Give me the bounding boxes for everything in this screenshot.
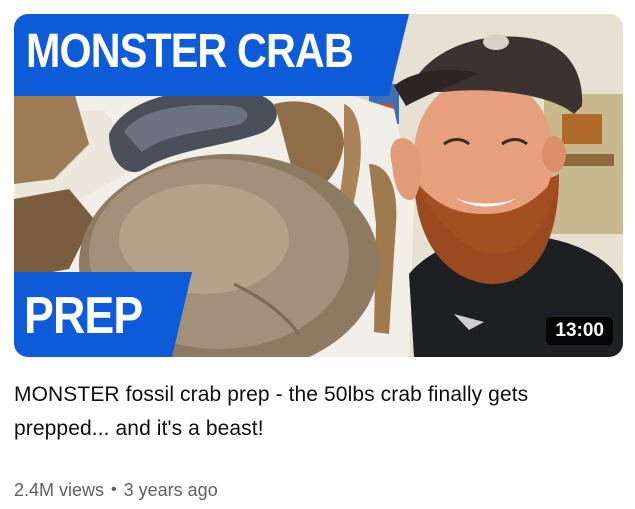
- video-card[interactable]: MONSTER CRAB PREP 13:00 MONSTER fossil c…: [0, 0, 635, 509]
- banner-bottom-text: PREP: [24, 287, 143, 345]
- view-count: 2.4M views: [14, 480, 105, 500]
- separator-dot: •: [111, 481, 117, 498]
- video-title[interactable]: MONSTER fossil crab prep - the 50lbs cra…: [14, 378, 614, 446]
- video-metadata: 2.4M views • 3 years ago: [14, 478, 218, 504]
- duration-badge: 13:00: [546, 317, 613, 345]
- video-thumbnail[interactable]: MONSTER CRAB PREP 13:00: [14, 14, 623, 357]
- upload-age: 3 years ago: [123, 480, 218, 500]
- banner-top-text: MONSTER CRAB: [26, 25, 354, 78]
- thumbnail-title-banner-top: MONSTER CRAB: [14, 14, 409, 96]
- thumbnail-title-banner-bottom: PREP: [14, 272, 192, 357]
